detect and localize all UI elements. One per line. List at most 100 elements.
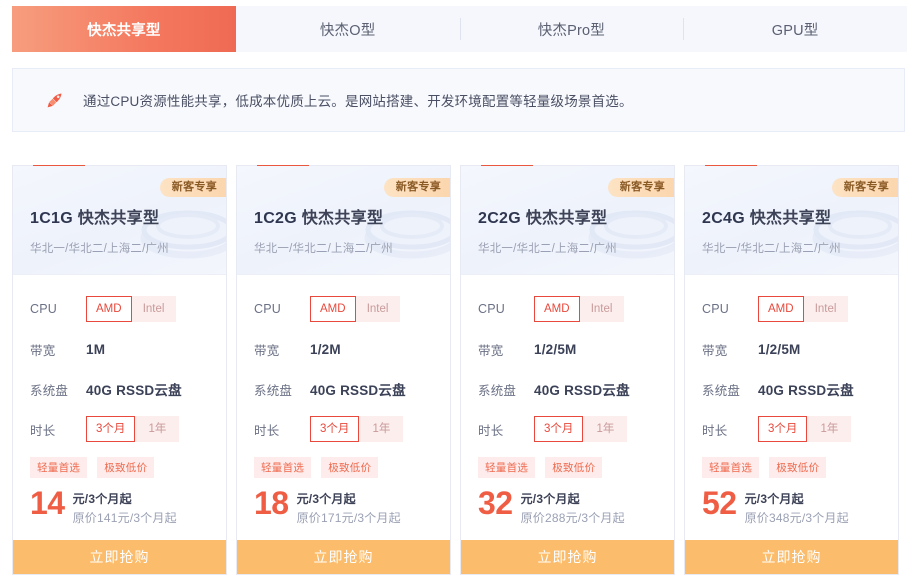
card-regions: 华北一/华北二/上海二/广州 [702, 243, 841, 255]
spec-row-duration: 时长 3个月 1年 [13, 409, 226, 449]
spec-label-disk: 系统盘 [254, 383, 293, 398]
cpu-option-intel[interactable]: Intel [803, 296, 848, 322]
duration-option-1year[interactable]: 1年 [135, 416, 180, 442]
cpu-option-amd[interactable]: AMD [758, 296, 804, 322]
cpu-option-intel[interactable]: Intel [579, 296, 624, 322]
tab-label: 快杰O型 [319, 22, 376, 39]
price-amount: 52 [702, 485, 737, 521]
spec-row-duration: 时长 3个月 1年 [461, 409, 674, 449]
original-price: 原价141元/3个月起 [72, 511, 177, 525]
card-family: 快杰共享型 [301, 210, 384, 227]
product-card[interactable]: 新客专享 1C2G 快杰共享型 华北一/华北二/上海二/广州 CPU AMD I… [236, 165, 451, 575]
card-header: 新客专享 1C2G 快杰共享型 华北一/华北二/上海二/广州 [237, 166, 450, 274]
cpu-selector[interactable]: AMD Intel [86, 296, 176, 322]
product-card[interactable]: 新客专享 2C4G 快杰共享型 华北一/华北二/上海二/广州 CPU AMD I… [684, 165, 899, 575]
duration-option-3months[interactable]: 3个月 [534, 416, 584, 442]
spec-label-bandwidth: 带宽 [254, 343, 280, 358]
price-unit: 元/3个月起 [72, 492, 132, 506]
buy-button[interactable]: 立即抢购 [13, 540, 226, 574]
duration-option-1year[interactable]: 1年 [583, 416, 628, 442]
spec-value-bandwidth: 1/2M [310, 341, 341, 357]
card-tags: 轻量首选 极致低价 [685, 449, 898, 478]
duration-selector[interactable]: 3个月 1年 [310, 416, 404, 442]
duration-option-1year[interactable]: 1年 [807, 416, 852, 442]
spec-value-bandwidth: 1/2/5M [534, 341, 577, 357]
tag-lowprice: 极致低价 [545, 457, 603, 478]
spec-label-cpu: CPU [478, 302, 505, 316]
spec-label-duration: 时长 [254, 423, 280, 438]
tab-label: GPU型 [771, 22, 819, 39]
spec-label-duration: 时长 [478, 423, 504, 438]
duration-option-3months[interactable]: 3个月 [86, 416, 136, 442]
spec-row-disk: 系统盘 40G RSSD云盘 [685, 369, 898, 409]
card-family: 快杰共享型 [525, 210, 608, 227]
spec-row-cpu: CPU AMD Intel [461, 289, 674, 329]
spec-row-bandwidth: 带宽 1/2/5M [461, 329, 674, 369]
cpu-option-amd[interactable]: AMD [534, 296, 580, 322]
spec-value-disk: 40G RSSD云盘 [86, 383, 182, 398]
spec-row-bandwidth: 带宽 1/2M [237, 329, 450, 369]
tab-pro-type[interactable]: 快杰Pro型 [459, 6, 684, 52]
spec-value-bandwidth: 1/2/5M [758, 341, 801, 357]
card-title: 1C2G 快杰共享型 [254, 204, 450, 228]
notice-text: 通过CPU资源性能共享，低成本优质上云。是网站搭建、开发环境配置等轻量级场景首选… [83, 94, 633, 109]
spec-row-cpu: CPU AMD Intel [13, 289, 226, 329]
cpu-selector[interactable]: AMD Intel [534, 296, 624, 322]
card-tags: 轻量首选 极致低价 [461, 449, 674, 478]
new-customer-badge: 新客专享 [383, 178, 450, 197]
product-card-list: 新客专享 1C1G 快杰共享型 华北一/华北二/上海二/广州 CPU AMD I… [12, 165, 907, 575]
spec-label-duration: 时长 [30, 423, 56, 438]
cpu-selector[interactable]: AMD Intel [310, 296, 400, 322]
card-title: 1C1G 快杰共享型 [30, 204, 226, 228]
spec-value-disk: 40G RSSD云盘 [758, 383, 854, 398]
duration-option-1year[interactable]: 1年 [359, 416, 404, 442]
price-amount: 18 [254, 485, 289, 521]
spec-row-bandwidth: 带宽 1M [13, 329, 226, 369]
cpu-option-amd[interactable]: AMD [310, 296, 356, 322]
spec-row-disk: 系统盘 40G RSSD云盘 [461, 369, 674, 409]
card-body: CPU AMD Intel 带宽 1/2M 系统盘 40G RSSD云盘 时长 … [237, 274, 450, 526]
spec-value-bandwidth: 1M [86, 341, 106, 357]
original-price: 原价171元/3个月起 [296, 511, 401, 525]
notice-banner: 通过CPU资源性能共享，低成本优质上云。是网站搭建、开发环境配置等轻量级场景首选… [12, 68, 905, 132]
cpu-selector[interactable]: AMD Intel [758, 296, 848, 322]
buy-button[interactable]: 立即抢购 [237, 540, 450, 574]
product-card[interactable]: 新客专享 2C2G 快杰共享型 华北一/华北二/上海二/广州 CPU AMD I… [460, 165, 675, 575]
original-price: 原价348元/3个月起 [744, 511, 849, 525]
tag-lowprice: 极致低价 [321, 457, 379, 478]
duration-selector[interactable]: 3个月 1年 [534, 416, 628, 442]
spec-value-disk: 40G RSSD云盘 [310, 383, 406, 398]
spec-label-bandwidth: 带宽 [30, 343, 56, 358]
cpu-option-intel[interactable]: Intel [131, 296, 176, 322]
tab-shared[interactable]: 快杰共享型 [12, 6, 236, 52]
card-family: 快杰共享型 [77, 210, 160, 227]
instance-type-tabbar: 快杰共享型 快杰O型 快杰Pro型 GPU型 [12, 6, 907, 52]
card-title: 2C4G 快杰共享型 [702, 204, 898, 228]
card-title: 2C2G 快杰共享型 [478, 204, 674, 228]
spec-label-bandwidth: 带宽 [702, 343, 728, 358]
duration-selector[interactable]: 3个月 1年 [758, 416, 852, 442]
spec-label-cpu: CPU [30, 302, 57, 316]
cpu-option-intel[interactable]: Intel [355, 296, 400, 322]
card-regions: 华北一/华北二/上海二/广州 [478, 243, 617, 255]
buy-button[interactable]: 立即抢购 [685, 540, 898, 574]
card-body: CPU AMD Intel 带宽 1/2/5M 系统盘 40G RSSD云盘 时… [685, 274, 898, 526]
tab-label: 快杰共享型 [87, 22, 161, 39]
card-body: CPU AMD Intel 带宽 1M 系统盘 40G RSSD云盘 时长 3个… [13, 274, 226, 526]
spec-label-bandwidth: 带宽 [478, 343, 504, 358]
product-card[interactable]: 新客专享 1C1G 快杰共享型 华北一/华北二/上海二/广州 CPU AMD I… [12, 165, 227, 575]
duration-option-3months[interactable]: 3个月 [310, 416, 360, 442]
new-customer-badge: 新客专享 [831, 178, 898, 197]
original-price: 原价288元/3个月起 [520, 511, 625, 525]
spec-row-bandwidth: 带宽 1/2/5M [685, 329, 898, 369]
spec-label-cpu: CPU [254, 302, 281, 316]
tab-gpu-type[interactable]: GPU型 [683, 6, 907, 52]
tag-lightweight: 轻量首选 [30, 457, 88, 478]
duration-selector[interactable]: 3个月 1年 [86, 416, 180, 442]
tab-o-type[interactable]: 快杰O型 [236, 6, 460, 52]
duration-option-3months[interactable]: 3个月 [758, 416, 808, 442]
cpu-option-amd[interactable]: AMD [86, 296, 132, 322]
buy-button[interactable]: 立即抢购 [461, 540, 674, 574]
spec-row-cpu: CPU AMD Intel [237, 289, 450, 329]
price-unit: 元/3个月起 [296, 492, 356, 506]
